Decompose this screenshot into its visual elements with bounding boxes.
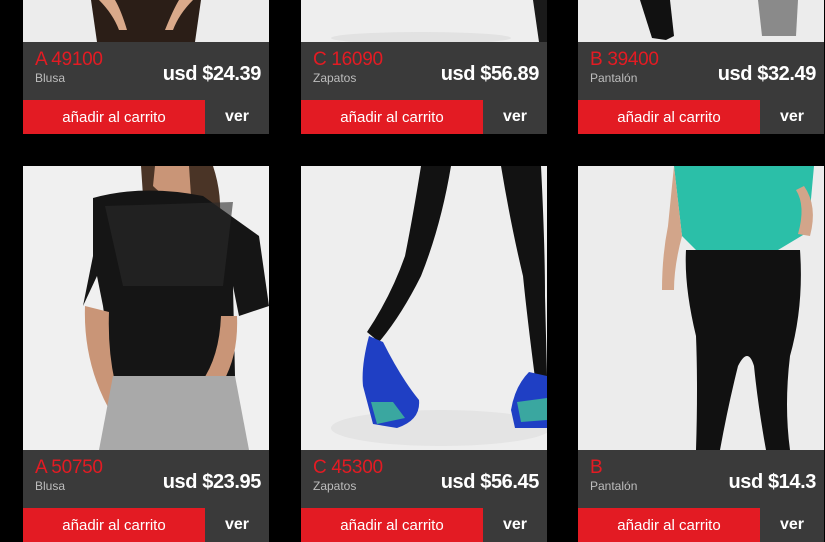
- view-button[interactable]: ver: [205, 508, 269, 542]
- product-image[interactable]: [23, 166, 269, 450]
- product-price: usd $56.89: [440, 63, 540, 85]
- product-image[interactable]: [578, 0, 824, 42]
- view-button[interactable]: ver: [760, 100, 824, 134]
- product-category: Zapatos: [313, 71, 357, 85]
- product-actions: añadir al carrito ver: [23, 100, 269, 134]
- product-info: B 39400 Pantalón usd $32.49: [578, 42, 824, 100]
- product-code: B 39400: [590, 49, 659, 70]
- add-to-cart-button[interactable]: añadir al carrito: [301, 100, 483, 134]
- product-code: A 50750: [35, 457, 103, 478]
- product-card: C 45300 Zapatos usd $56.45 añadir al car…: [301, 166, 547, 542]
- add-to-cart-button[interactable]: añadir al carrito: [578, 100, 760, 134]
- add-to-cart-button[interactable]: añadir al carrito: [301, 508, 483, 542]
- product-info: C 16090 Zapatos usd $56.89: [301, 42, 547, 100]
- product-category: Pantalón: [590, 479, 638, 493]
- product-code: C 16090: [313, 49, 383, 70]
- product-actions: añadir al carrito ver: [301, 100, 547, 134]
- product-category: Zapatos: [313, 479, 357, 493]
- product-price: usd $23.95: [162, 471, 262, 493]
- product-actions: añadir al carrito ver: [578, 508, 824, 542]
- product-image[interactable]: [301, 0, 547, 42]
- product-actions: añadir al carrito ver: [301, 508, 547, 542]
- view-button[interactable]: ver: [483, 100, 547, 134]
- view-button[interactable]: ver: [483, 508, 547, 542]
- product-info: B Pantalón usd $14.3: [578, 450, 824, 508]
- add-to-cart-button[interactable]: añadir al carrito: [23, 100, 205, 134]
- product-code: B: [590, 457, 603, 478]
- product-card: B Pantalón usd $14.3 añadir al carrito v…: [578, 166, 824, 542]
- add-to-cart-button[interactable]: añadir al carrito: [23, 508, 205, 542]
- product-image[interactable]: [578, 166, 824, 450]
- product-info: A 50750 Blusa usd $23.95: [23, 450, 269, 508]
- product-category: Pantalón: [590, 71, 638, 85]
- add-to-cart-button[interactable]: añadir al carrito: [578, 508, 760, 542]
- product-price: usd $32.49: [717, 63, 817, 85]
- view-button[interactable]: ver: [205, 100, 269, 134]
- product-actions: añadir al carrito ver: [578, 100, 824, 134]
- product-info: C 45300 Zapatos usd $56.45: [301, 450, 547, 508]
- product-card: A 50750 Blusa usd $23.95 añadir al carri…: [23, 166, 269, 542]
- product-price: usd $24.39: [162, 63, 262, 85]
- product-info: A 49100 Blusa usd $24.39: [23, 42, 269, 100]
- product-image[interactable]: [23, 0, 269, 42]
- product-image[interactable]: [301, 166, 547, 450]
- product-code: A 49100: [35, 49, 103, 70]
- product-code: C 45300: [313, 457, 383, 478]
- view-button[interactable]: ver: [760, 508, 824, 542]
- product-price: usd $14.3: [728, 471, 816, 493]
- product-category: Blusa: [35, 479, 66, 493]
- product-price: usd $56.45: [440, 471, 540, 493]
- product-category: Blusa: [35, 71, 66, 85]
- product-actions: añadir al carrito ver: [23, 508, 269, 542]
- product-card: B 39400 Pantalón usd $32.49 añadir al ca…: [578, 0, 824, 134]
- product-card: C 16090 Zapatos usd $56.89 añadir al car…: [301, 0, 547, 134]
- product-card: A 49100 Blusa usd $24.39 añadir al carri…: [23, 0, 269, 134]
